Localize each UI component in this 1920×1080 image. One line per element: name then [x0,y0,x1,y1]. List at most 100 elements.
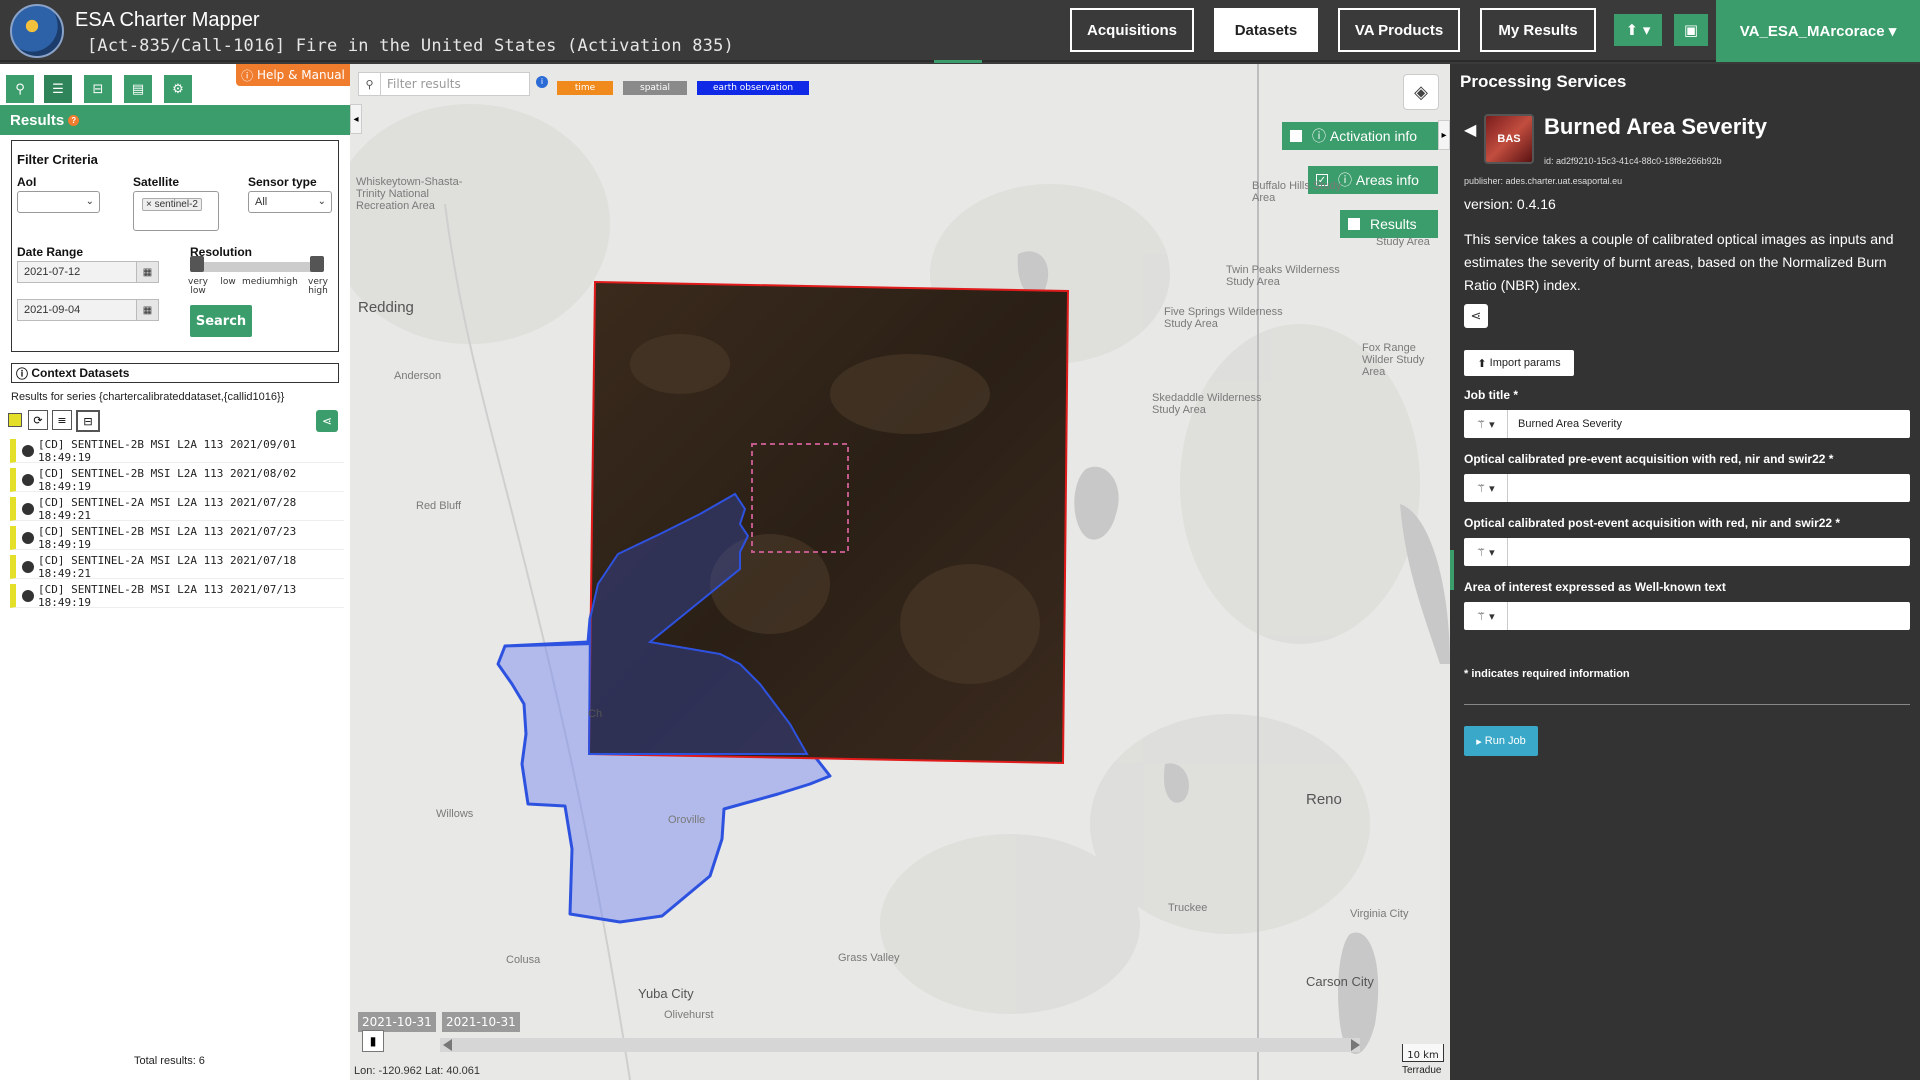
right-edge-tab[interactable] [1450,550,1454,590]
service-publisher: publisher: ades.charter.uat.esaportal.eu [1464,176,1623,186]
list-item[interactable]: [CD] SENTINEL-2B MSI L2A 113 2021/07/13 … [10,582,344,609]
basket-icon: ⊟ [83,414,93,428]
run-job-button[interactable]: ▸ Run Job [1464,726,1538,756]
user-menu[interactable]: VA_ESA_MArcorace ▾ [1716,0,1920,62]
share-button[interactable]: ⋖ [316,410,338,432]
basket-tool[interactable]: ⊟ [84,75,112,103]
resolution-handle-min[interactable] [190,256,204,272]
date-to-input[interactable]: 2021-09-04 ▦ [17,299,159,321]
collapse-left-button[interactable]: ◂ [350,104,362,134]
loading-indicator [934,60,982,63]
result-label: [CD] SENTINEL-2A MSI L2A 113 2021/07/28 … [38,495,297,522]
timeline-end-date[interactable]: 2021-10-31 [442,1012,520,1032]
pre-event-field[interactable]: ⚚ ▾ [1464,474,1910,502]
collapse-right-button[interactable]: ▸ [1438,120,1450,150]
place-label: Anderson [394,370,442,382]
post-event-field[interactable]: ⚚ ▾ [1464,538,1910,566]
aoi-wkt-field[interactable]: ⚚ ▾ [1464,602,1910,630]
list-item[interactable]: [CD] SENTINEL-2B MSI L2A 113 2021/09/01 … [10,438,344,464]
map-canvas [350,64,1450,1080]
list-view-button[interactable]: ≡ [52,410,72,430]
place-label: Redding [358,299,414,316]
layers-button[interactable]: ◈ [1403,74,1439,110]
calendar-icon[interactable]: ▦ [136,300,158,320]
place-label: Willows [436,808,474,820]
timeline-start-date[interactable]: 2021-10-31 [358,1012,436,1032]
import-params-button[interactable]: ⬆ Import params [1464,350,1574,376]
resolution-track [190,262,320,272]
share-button[interactable]: ⋖ [1464,304,1488,328]
charter-logo[interactable] [10,4,64,58]
chevron-left-icon: ◂ [353,113,359,125]
question-icon[interactable]: ? [68,114,80,126]
place-label: Skedaddle Wilderness Study Area [1152,392,1262,416]
back-arrow-icon[interactable]: ◀ [1464,120,1476,140]
aoi-label: AoI [17,175,37,189]
checkbox[interactable] [1290,130,1302,142]
run-label: Run Job [1484,735,1526,747]
list-item[interactable]: [CD] SENTINEL-2A MSI L2A 113 2021/07/18 … [10,553,344,580]
help-manual-button[interactable]: ⓘ Help & Manual [236,64,350,86]
context-datasets-header[interactable]: ⓘ Context Datasets [11,363,339,383]
refresh-button[interactable]: ⟳ [28,410,48,430]
layers-icon: ◈ [1414,81,1428,103]
res-tick-very-high: very high [308,277,328,296]
nav-my-results[interactable]: My Results [1480,8,1596,52]
upload-button[interactable]: ⬆ ▾ [1614,14,1662,46]
place-label: Buffalo Hills Study Area [1252,180,1342,204]
place-label: Virginia City [1350,908,1409,920]
magic-wand-icon[interactable]: ⚚ ▾ [1464,410,1508,438]
results-header: Results? [0,105,350,135]
job-title-field[interactable]: ⚚ ▾ Burned Area Severity [1464,410,1910,438]
list-item[interactable]: [CD] SENTINEL-2B MSI L2A 113 2021/07/23 … [10,525,344,551]
list-tool[interactable]: ☰ [44,75,72,103]
share-icon: ⋖ [321,414,333,428]
calendar-icon[interactable]: ▦ [136,262,158,282]
nav-datasets[interactable]: Datasets [1214,8,1318,52]
place-label: Colusa [506,954,541,966]
map-filter-input[interactable]: ⚲ Filter results [358,72,530,96]
list-item[interactable]: [CD] SENTINEL-2B MSI L2A 113 2021/08/02 … [10,467,344,493]
resolution-handle-max[interactable] [310,256,324,272]
place-label: Carson City [1306,974,1374,989]
satellite-select[interactable]: × sentinel-2 [133,191,219,231]
briefcase-button[interactable]: ▣ [1674,14,1708,46]
magic-wand-icon[interactable]: ⚚ ▾ [1464,474,1508,502]
help-label: Help & Manual [256,68,345,82]
list-tools: ⟳ ≡ ⊟ ⋖ [8,410,343,434]
play-icon: ▸ [1476,735,1485,748]
result-label: [CD] SENTINEL-2A MSI L2A 113 2021/07/18 … [38,553,297,580]
import-label: Import params [1489,357,1561,369]
required-note: * indicates required information [1464,668,1630,680]
tab-label: Areas info [1355,172,1419,188]
tab-results[interactable]: Results [1340,210,1438,238]
checkbox[interactable] [1348,218,1360,230]
nav-acquisitions[interactable]: Acquisitions [1070,8,1194,52]
search-button[interactable]: Search [190,305,252,337]
list-item[interactable]: [CD] SENTINEL-2A MSI L2A 113 2021/07/28 … [10,495,344,522]
map[interactable]: ⚲ Filter results i time spatial earth obs… [350,64,1450,1080]
info-icon[interactable]: i [536,76,548,88]
settings-tool[interactable]: ⚙ [164,75,192,103]
magic-wand-icon[interactable]: ⚚ ▾ [1464,602,1508,630]
sensor-select[interactable]: All ⌄ [248,191,332,213]
filter-placeholder: Filter results [387,77,461,91]
magic-wand-icon[interactable]: ⚚ ▾ [1464,538,1508,566]
chip-spatial[interactable]: spatial [623,81,687,95]
chip-earth-observation[interactable]: earth observation [697,81,809,95]
basket-button[interactable]: ⊟ [76,410,100,432]
chip-time[interactable]: time [557,81,613,95]
service-description: This service takes a couple of calibrate… [1464,231,1894,293]
select-all-checkbox[interactable] [8,413,22,427]
archive-tool[interactable]: ▤ [124,75,152,103]
timeline-toggle-button[interactable]: ▮ [362,1030,384,1052]
tab-activation-info[interactable]: ⓘ Activation info [1282,122,1438,150]
aoi-select[interactable]: ⌄ [17,191,100,213]
nav-va-products[interactable]: VA Products [1338,8,1460,52]
result-label: [CD] SENTINEL-2B MSI L2A 113 2021/07/13 … [38,582,297,609]
resolution-slider[interactable] [190,256,326,272]
satellite-tag[interactable]: × sentinel-2 [142,198,202,211]
search-tool[interactable]: ⚲ [6,75,34,103]
date-from-input[interactable]: 2021-07-12 ▦ [17,261,159,283]
service-thumbnail: BAS [1484,114,1534,164]
